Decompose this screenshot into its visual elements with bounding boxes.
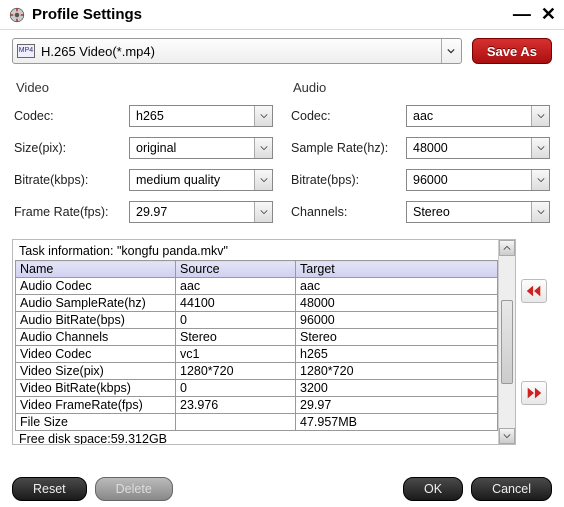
- minimize-button[interactable]: —: [513, 4, 531, 25]
- video-bitrate-select[interactable]: medium quality: [129, 169, 273, 191]
- audio-sr-select[interactable]: 48000: [406, 137, 550, 159]
- table-row[interactable]: Audio BitRate(bps)096000: [16, 312, 498, 329]
- profile-select-value: H.265 Video(*.mp4): [41, 44, 441, 59]
- cell-name: Audio BitRate(bps): [16, 312, 176, 329]
- video-panel: Video Codec: h265 Size(pix): original Bi…: [14, 74, 273, 233]
- cell-source: 44100: [176, 295, 296, 312]
- table-row[interactable]: Video BitRate(kbps)03200: [16, 380, 498, 397]
- cell-name: Video FrameRate(fps): [16, 397, 176, 414]
- cell-source: aac: [176, 278, 296, 295]
- window-title: Profile Settings: [32, 6, 503, 23]
- audio-sr-label: Sample Rate(hz):: [291, 141, 406, 155]
- task-table: Name Source Target Audio CodecaacaacAudi…: [15, 260, 498, 431]
- cancel-button[interactable]: Cancel: [471, 477, 552, 501]
- audio-panel: Audio Codec: aac Sample Rate(hz): 48000 …: [291, 74, 550, 233]
- chevron-down-icon[interactable]: [254, 170, 272, 190]
- cell-name: Video Codec: [16, 346, 176, 363]
- close-button[interactable]: ✕: [541, 4, 556, 25]
- cell-target: 1280*720: [296, 363, 498, 380]
- audio-heading: Audio: [293, 80, 550, 95]
- cell-name: Audio SampleRate(hz): [16, 295, 176, 312]
- prev-button[interactable]: [521, 279, 547, 303]
- cell-source: 0: [176, 380, 296, 397]
- table-row[interactable]: Audio Codecaacaac: [16, 278, 498, 295]
- table-row[interactable]: Video FrameRate(fps)23.97629.97: [16, 397, 498, 414]
- save-as-button[interactable]: Save As: [472, 38, 552, 64]
- task-info-panel: Task information: "kongfu panda.mkv" Nam…: [12, 239, 516, 445]
- cell-target: 3200: [296, 380, 498, 397]
- profile-select[interactable]: MP4 H.265 Video(*.mp4): [12, 38, 462, 64]
- video-bitrate-label: Bitrate(kbps):: [14, 173, 129, 187]
- app-icon: [8, 6, 26, 24]
- table-row[interactable]: Video Codecvc1h265: [16, 346, 498, 363]
- cell-name: Audio Channels: [16, 329, 176, 346]
- scrollbar[interactable]: [498, 240, 515, 444]
- video-codec-label: Codec:: [14, 109, 129, 123]
- col-source[interactable]: Source: [176, 261, 296, 278]
- col-name[interactable]: Name: [16, 261, 176, 278]
- footer: Reset Delete OK Cancel: [0, 477, 564, 501]
- chevron-down-icon[interactable]: [441, 39, 461, 63]
- cell-target: Stereo: [296, 329, 498, 346]
- reset-button[interactable]: Reset: [12, 477, 87, 501]
- audio-codec-label: Codec:: [291, 109, 406, 123]
- video-size-label: Size(pix):: [14, 141, 129, 155]
- chevron-down-icon[interactable]: [531, 170, 549, 190]
- cell-source: vc1: [176, 346, 296, 363]
- table-row[interactable]: Audio ChannelsStereoStereo: [16, 329, 498, 346]
- video-size-select[interactable]: original: [129, 137, 273, 159]
- cell-source: 23.976: [176, 397, 296, 414]
- video-codec-select[interactable]: h265: [129, 105, 273, 127]
- cell-target: 29.97: [296, 397, 498, 414]
- table-row[interactable]: Audio SampleRate(hz)4410048000: [16, 295, 498, 312]
- video-fps-label: Frame Rate(fps):: [14, 205, 129, 219]
- title-bar: Profile Settings — ✕: [0, 0, 564, 30]
- cell-source: 1280*720: [176, 363, 296, 380]
- cell-source: Stereo: [176, 329, 296, 346]
- chevron-down-icon[interactable]: [254, 202, 272, 222]
- delete-button: Delete: [95, 477, 173, 501]
- audio-bitrate-select[interactable]: 96000: [406, 169, 550, 191]
- format-icon: MP4: [17, 44, 35, 58]
- table-row[interactable]: File Size 47.957MB: [16, 414, 498, 431]
- scroll-thumb[interactable]: [501, 300, 513, 384]
- table-row[interactable]: Video Size(pix)1280*7201280*720: [16, 363, 498, 380]
- video-fps-select[interactable]: 29.97: [129, 201, 273, 223]
- scroll-down-icon[interactable]: [499, 428, 515, 444]
- cell-target: 48000: [296, 295, 498, 312]
- cell-source: [176, 414, 296, 431]
- next-button[interactable]: [521, 381, 547, 405]
- cell-target: aac: [296, 278, 498, 295]
- chevron-down-icon[interactable]: [531, 202, 549, 222]
- cell-name: Video BitRate(kbps): [16, 380, 176, 397]
- free-disk-label: Free disk space:59.312GB: [15, 431, 498, 444]
- chevron-down-icon[interactable]: [254, 138, 272, 158]
- cell-target: 47.957MB: [296, 414, 498, 431]
- cell-name: File Size: [16, 414, 176, 431]
- audio-ch-label: Channels:: [291, 205, 406, 219]
- chevron-down-icon[interactable]: [254, 106, 272, 126]
- ok-button[interactable]: OK: [403, 477, 463, 501]
- cell-target: 96000: [296, 312, 498, 329]
- audio-bitrate-label: Bitrate(bps):: [291, 173, 406, 187]
- cell-target: h265: [296, 346, 498, 363]
- cell-name: Video Size(pix): [16, 363, 176, 380]
- scroll-up-icon[interactable]: [499, 240, 515, 256]
- chevron-down-icon[interactable]: [531, 138, 549, 158]
- chevron-down-icon[interactable]: [531, 106, 549, 126]
- cell-name: Audio Codec: [16, 278, 176, 295]
- audio-codec-select[interactable]: aac: [406, 105, 550, 127]
- col-target[interactable]: Target: [296, 261, 498, 278]
- task-caption: Task information: "kongfu panda.mkv": [15, 242, 498, 260]
- video-heading: Video: [16, 80, 273, 95]
- cell-source: 0: [176, 312, 296, 329]
- audio-ch-select[interactable]: Stereo: [406, 201, 550, 223]
